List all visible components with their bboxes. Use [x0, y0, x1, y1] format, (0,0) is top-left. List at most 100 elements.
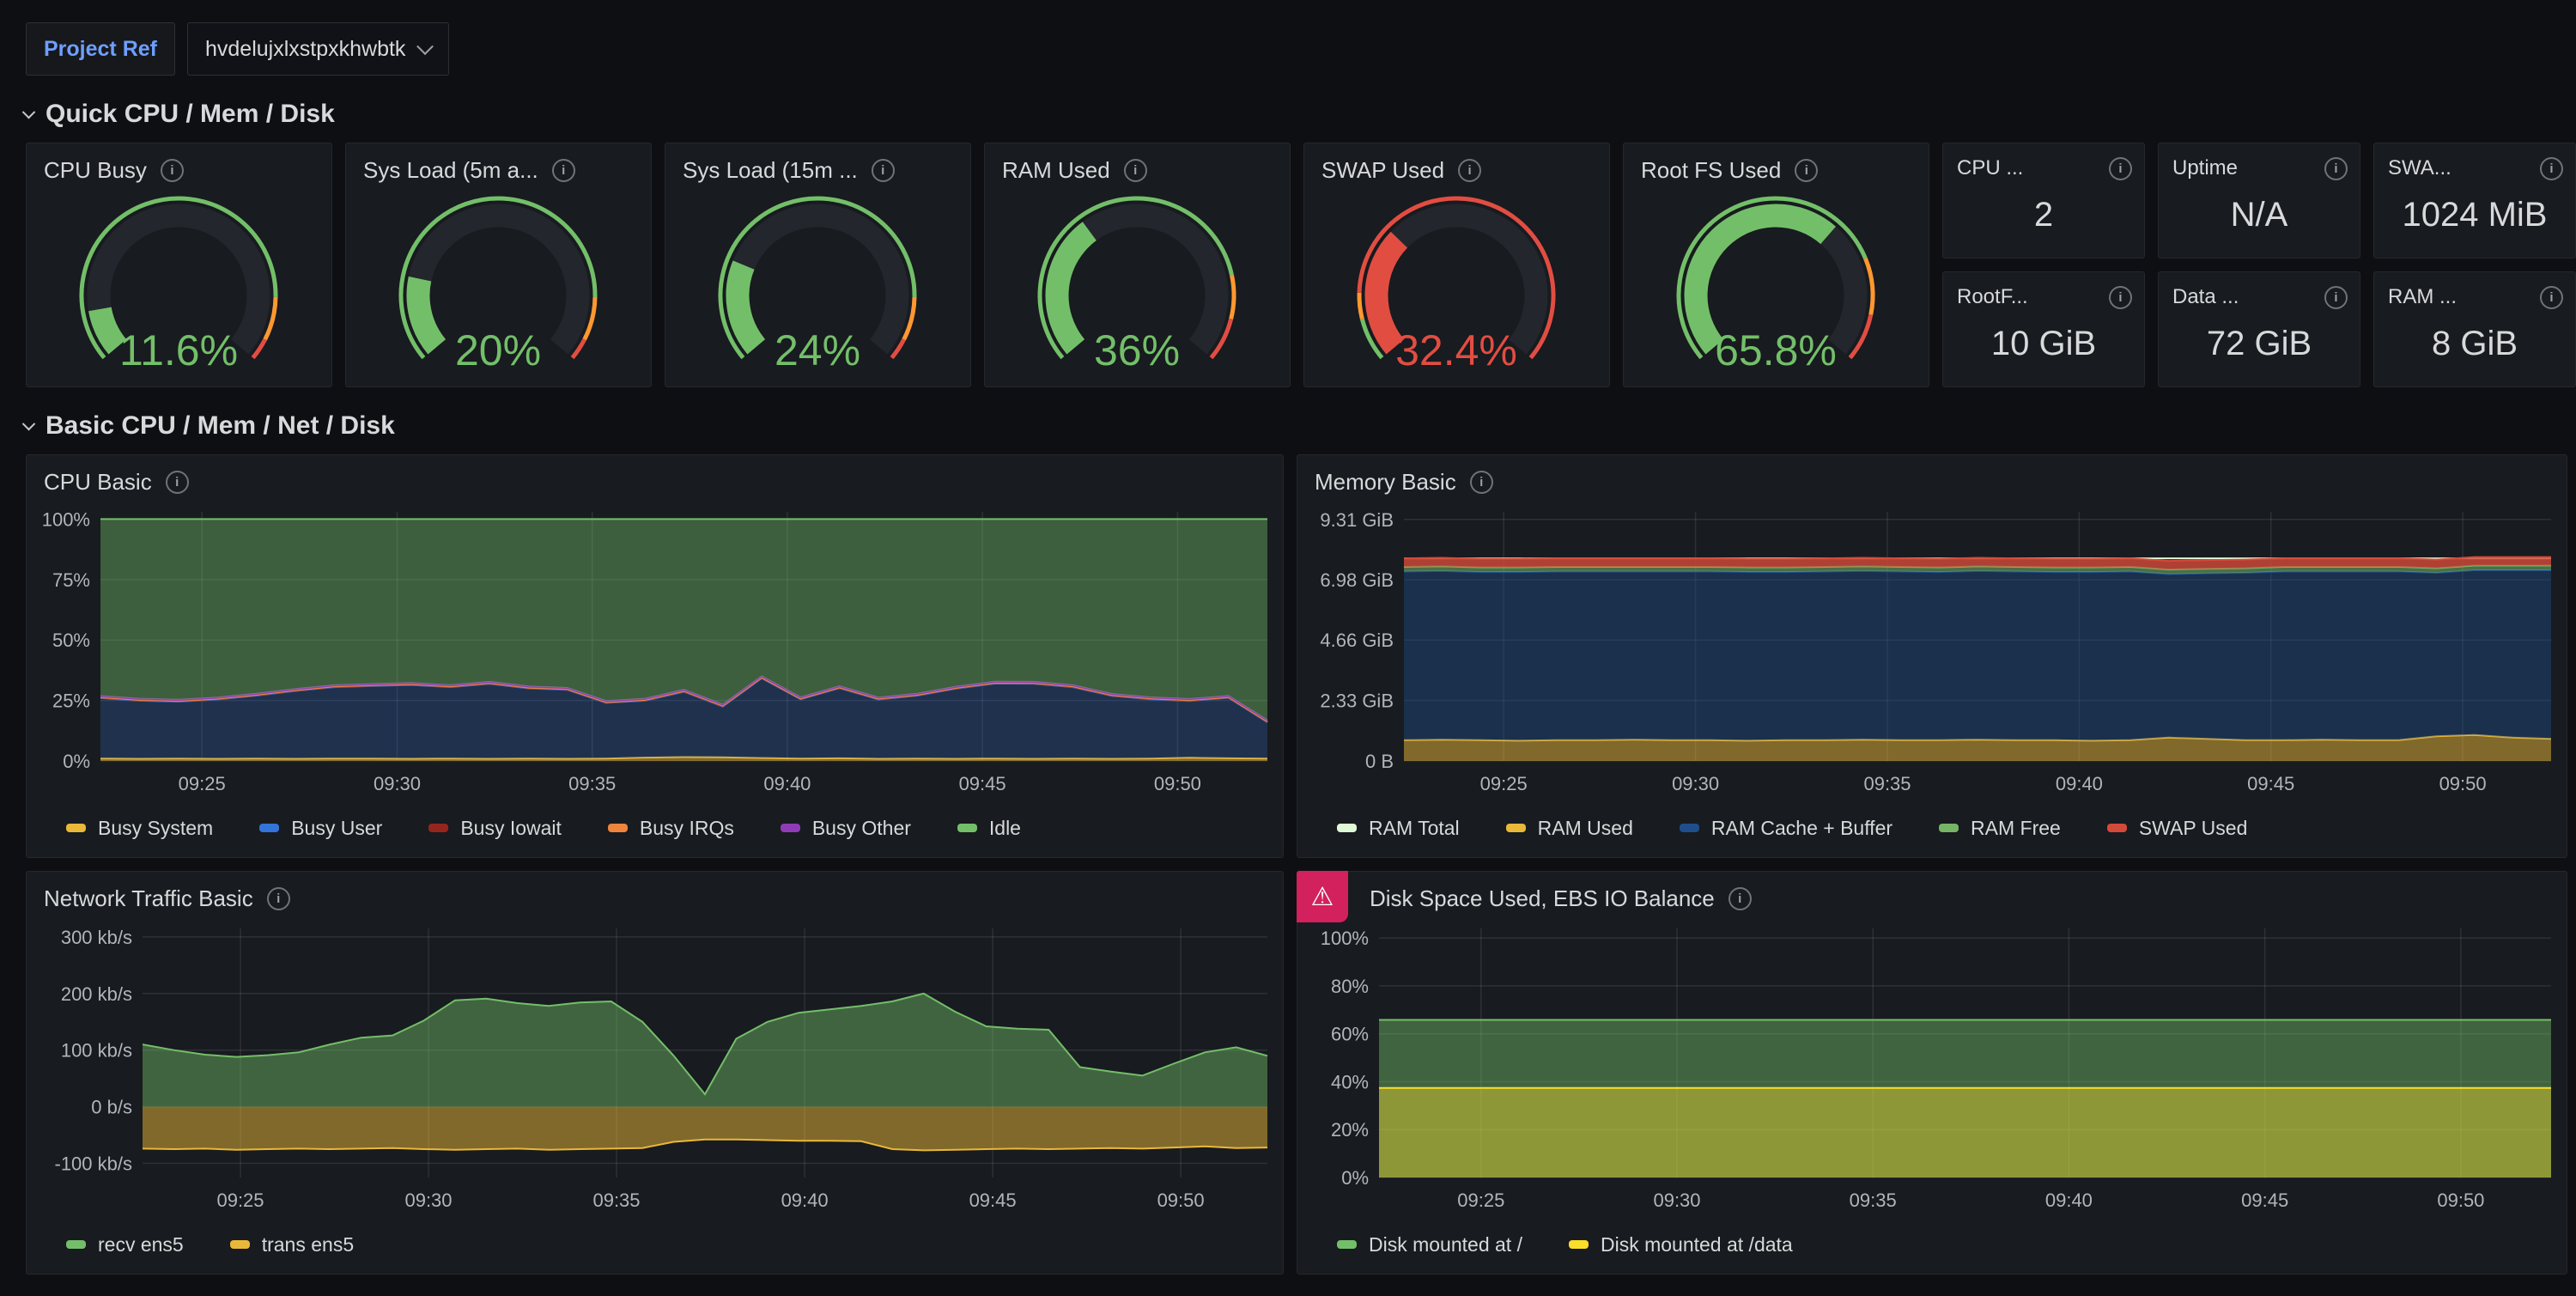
- x-axis-tick: 09:45: [2241, 1190, 2288, 1211]
- panel-title[interactable]: Data ...: [2172, 285, 2239, 309]
- legend-swatch: [1939, 824, 1959, 832]
- disk-space-chart: 0%20%40%60%80%100%09:2509:3009:3509:4009…: [1297, 920, 2567, 1215]
- panel-title[interactable]: Sys Load (5m a...: [363, 157, 538, 184]
- gauge-panel-ram-used: RAM Used i 36%: [984, 143, 1291, 387]
- legend-label: Disk mounted at /data: [1601, 1233, 1793, 1256]
- x-axis-tick: 09:35: [568, 773, 616, 794]
- legend-item-busy-irqs[interactable]: Busy IRQs: [608, 817, 734, 840]
- info-icon[interactable]: i: [552, 159, 575, 182]
- memory-basic-chart: 0 B2.33 GiB4.66 GiB6.98 GiB9.31 GiB09:25…: [1297, 503, 2567, 799]
- panel-title[interactable]: CPU Basic: [44, 469, 152, 496]
- info-icon[interactable]: i: [2109, 286, 2132, 309]
- y-axis-tick: -100 kb/s: [55, 1153, 133, 1175]
- y-axis-tick: 0%: [1341, 1167, 1369, 1189]
- legend-swatch: [230, 1240, 250, 1249]
- panel-title[interactable]: Memory Basic: [1315, 469, 1456, 496]
- x-axis-tick: 09:25: [1480, 773, 1528, 794]
- y-axis-tick: 80%: [1331, 976, 1369, 997]
- info-icon[interactable]: i: [2109, 157, 2132, 180]
- y-axis-tick: 0%: [63, 751, 90, 772]
- gauge-value: 32.4%: [1395, 326, 1517, 374]
- panel-title[interactable]: Uptime: [2172, 156, 2238, 180]
- y-axis-tick: 0 b/s: [91, 1097, 132, 1118]
- panel-title[interactable]: CPU Busy: [44, 157, 147, 184]
- panel-title[interactable]: SWAP Used: [1321, 157, 1444, 184]
- x-axis-tick: 09:45: [2247, 773, 2294, 794]
- x-axis-tick: 09:30: [404, 1190, 452, 1211]
- alert-state-icon[interactable]: ⚠: [1297, 871, 1348, 922]
- legend-label: Disk mounted at /: [1369, 1233, 1522, 1256]
- section-title: Basic CPU / Mem / Net / Disk: [46, 411, 395, 441]
- legend-item-ram-total[interactable]: RAM Total: [1337, 817, 1460, 840]
- x-axis-tick: 09:35: [592, 1190, 640, 1211]
- legend-item-busy-user[interactable]: Busy User: [259, 817, 382, 840]
- gauge: 32.4%: [1304, 192, 1609, 386]
- panel-title[interactable]: Network Traffic Basic: [44, 885, 253, 912]
- panel-title[interactable]: SWA...: [2388, 156, 2451, 180]
- panel-title[interactable]: RootF...: [1957, 285, 2028, 309]
- panel-title[interactable]: Sys Load (15m ...: [683, 157, 858, 184]
- legend-label: RAM Free: [1971, 817, 2061, 840]
- panel-title[interactable]: Root FS Used: [1641, 157, 1781, 184]
- legend-swatch: [66, 824, 86, 832]
- info-icon[interactable]: i: [1728, 887, 1752, 910]
- x-axis-tick: 09:35: [1863, 773, 1911, 794]
- x-axis-tick: 09:35: [1850, 1190, 1897, 1211]
- info-icon[interactable]: i: [1124, 159, 1147, 182]
- x-axis-tick: 09:45: [959, 773, 1006, 794]
- y-axis-tick: 9.31 GiB: [1320, 509, 1394, 531]
- panel-title[interactable]: CPU ...: [1957, 156, 2023, 180]
- legend-item-idle[interactable]: Idle: [957, 817, 1021, 840]
- chart-legend: recv ens5 trans ens5: [27, 1215, 1283, 1274]
- info-icon[interactable]: i: [1458, 159, 1481, 182]
- panel-title[interactable]: RAM ...: [2388, 285, 2457, 309]
- panel-cpu-basic: CPU Basic i 0%25%50%75%100%09:2509:3009:…: [26, 454, 1284, 858]
- info-icon[interactable]: i: [1470, 471, 1493, 494]
- legend-swatch: [1569, 1240, 1589, 1249]
- quick-row: CPU Busyi11.6%Sys Load (5m a...i20%Sys L…: [26, 143, 2576, 387]
- variable-label: Project Ref: [26, 22, 175, 76]
- info-icon[interactable]: i: [2324, 286, 2348, 309]
- legend-item-ram-free[interactable]: RAM Free: [1939, 817, 2061, 840]
- y-axis-tick: 20%: [1331, 1119, 1369, 1141]
- legend-item-busy-system[interactable]: Busy System: [66, 817, 213, 840]
- gauge-panel-cpu-busy: CPU Busy i 11.6%: [26, 143, 332, 387]
- stat-panel-uptime: UptimeiN/A: [2158, 143, 2360, 259]
- legend-item-ram-cache-buffer[interactable]: RAM Cache + Buffer: [1680, 817, 1893, 840]
- legend-item-busy-iowait[interactable]: Busy Iowait: [428, 817, 562, 840]
- variable-dropdown[interactable]: hvdelujxlxstpxkhwbtk: [187, 22, 449, 76]
- x-axis-tick: 09:50: [1154, 773, 1201, 794]
- stat-panel-rootf: RootF...i10 GiB: [1942, 271, 2145, 387]
- legend-item-recv-ens5[interactable]: recv ens5: [66, 1233, 184, 1256]
- y-axis-tick: 200 kb/s: [61, 983, 132, 1005]
- legend-swatch: [428, 824, 448, 832]
- panel-title[interactable]: Disk Space Used, EBS IO Balance: [1370, 885, 1715, 912]
- info-icon[interactable]: i: [1795, 159, 1818, 182]
- panel-title[interactable]: RAM Used: [1002, 157, 1110, 184]
- legend-item-disk-mounted-at[interactable]: Disk mounted at /: [1337, 1233, 1522, 1256]
- section-header-quick[interactable]: Quick CPU / Mem / Disk: [24, 100, 2576, 129]
- x-axis-tick: 09:50: [1157, 1190, 1205, 1211]
- legend-label: Busy System: [98, 817, 213, 840]
- legend-item-trans-ens5[interactable]: trans ens5: [230, 1233, 354, 1256]
- gauge-value: 11.6%: [119, 326, 238, 374]
- x-axis-tick: 09:50: [2437, 1190, 2484, 1211]
- legend-item-disk-mounted-at-data[interactable]: Disk mounted at /data: [1569, 1233, 1793, 1256]
- collapse-chevron-icon: [22, 105, 36, 119]
- info-icon[interactable]: i: [2540, 286, 2563, 309]
- legend-item-busy-other[interactable]: Busy Other: [781, 817, 911, 840]
- info-icon[interactable]: i: [2324, 157, 2348, 180]
- legend-swatch: [259, 824, 279, 832]
- legend-item-ram-used[interactable]: RAM Used: [1506, 817, 1633, 840]
- panel-memory-basic: Memory Basic i 0 B2.33 GiB4.66 GiB6.98 G…: [1297, 454, 2567, 858]
- gauge-value: 36%: [1094, 326, 1180, 374]
- legend-item-swap-used[interactable]: SWAP Used: [2107, 817, 2248, 840]
- info-icon[interactable]: i: [166, 471, 189, 494]
- info-icon[interactable]: i: [267, 887, 290, 910]
- legend-swatch: [1337, 824, 1357, 832]
- info-icon[interactable]: i: [161, 159, 184, 182]
- info-icon[interactable]: i: [872, 159, 895, 182]
- section-header-basic[interactable]: Basic CPU / Mem / Net / Disk: [24, 411, 2576, 441]
- legend-swatch: [608, 824, 628, 832]
- info-icon[interactable]: i: [2540, 157, 2563, 180]
